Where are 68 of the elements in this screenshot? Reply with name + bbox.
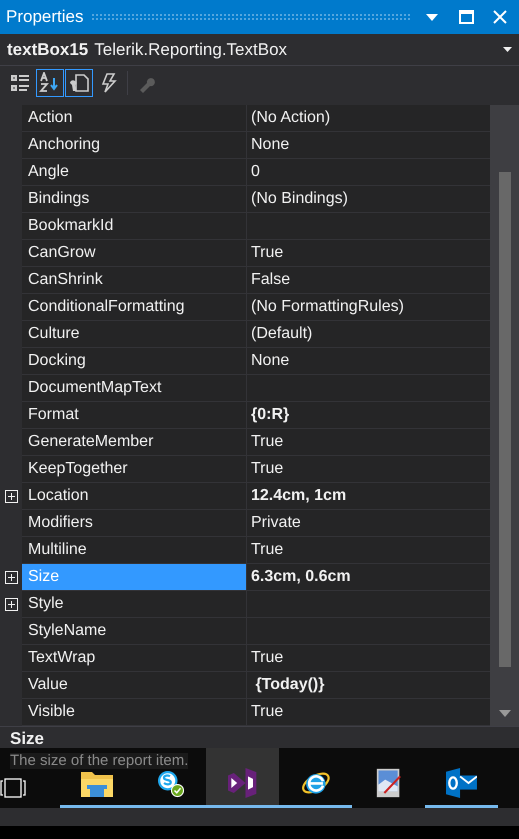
- property-value[interactable]: (Default): [247, 321, 490, 348]
- property-value[interactable]: True: [247, 645, 490, 672]
- property-name[interactable]: Docking: [22, 348, 247, 375]
- object-selector[interactable]: textBox15 Telerik.Reporting.TextBox: [0, 34, 519, 66]
- property-value[interactable]: (No Action): [247, 105, 490, 132]
- object-type: Telerik.Reporting.TextBox: [94, 38, 288, 61]
- expand-button[interactable]: [4, 571, 18, 584]
- property-name[interactable]: ConditionalFormatting: [22, 294, 247, 321]
- property-value[interactable]: False: [247, 267, 490, 294]
- property-name[interactable]: Modifiers: [22, 510, 247, 537]
- property-value[interactable]: 0: [247, 159, 490, 186]
- studio-button[interactable]: [206, 748, 279, 808]
- paint-icon: [376, 768, 401, 798]
- property-name[interactable]: Anchoring: [22, 132, 247, 159]
- property-value[interactable]: (No Bindings): [247, 186, 490, 213]
- object-name: textBox15: [7, 38, 88, 61]
- property-value[interactable]: None: [247, 348, 490, 375]
- property-name[interactable]: Multiline: [22, 537, 247, 564]
- property-name[interactable]: Style: [22, 591, 247, 618]
- description-text: The size of the report item.: [10, 752, 188, 770]
- property-value[interactable]: True: [247, 456, 490, 483]
- property-name[interactable]: GenerateMember: [22, 429, 247, 456]
- property-name[interactable]: KeepTogether: [22, 456, 247, 483]
- task-view-icon: [0, 778, 26, 798]
- property-name[interactable]: BookmarkId: [22, 213, 247, 240]
- property-value[interactable]: True: [247, 699, 490, 726]
- mail-icon: [446, 768, 478, 798]
- caret-icon: [426, 14, 438, 20]
- maximize-icon: [458, 10, 474, 24]
- window-title: Properties: [6, 6, 84, 28]
- property-name[interactable]: Bindings: [22, 186, 247, 213]
- plus-icon: [4, 490, 18, 503]
- property-name[interactable]: Value: [22, 672, 247, 699]
- property-value[interactable]: True: [247, 537, 490, 564]
- property-value[interactable]: 12.4cm, 1cm: [247, 483, 490, 510]
- studio-icon: [228, 768, 257, 798]
- property-value[interactable]: Private: [247, 510, 490, 537]
- property-value[interactable]: (No FormattingRules): [247, 294, 490, 321]
- caret-icon: [503, 47, 512, 52]
- property-value[interactable]: {0:R}: [247, 402, 490, 429]
- properties-button[interactable]: [65, 69, 93, 97]
- plus-icon: [4, 571, 18, 584]
- expand-button[interactable]: [4, 598, 18, 611]
- property-name[interactable]: TextWrap: [22, 645, 247, 672]
- property-name[interactable]: Location: [22, 483, 247, 510]
- property-name[interactable]: CanShrink: [22, 267, 247, 294]
- property-name[interactable]: Action: [22, 105, 247, 132]
- property-name[interactable]: Visible: [22, 699, 247, 726]
- scrollbar-thumb[interactable]: [498, 172, 510, 667]
- description-title: Size: [10, 730, 46, 749]
- property-name[interactable]: Angle: [22, 159, 247, 186]
- property-name[interactable]: Culture: [22, 321, 247, 348]
- close-icon: [493, 10, 507, 24]
- scroll-down-icon[interactable]: [498, 710, 510, 717]
- plus-icon: [4, 598, 18, 611]
- property-value[interactable]: True: [247, 240, 490, 267]
- property-value[interactable]: {Today()}: [247, 672, 490, 699]
- property-value[interactable]: None: [247, 132, 490, 159]
- property-value[interactable]: 6.3cm, 0.6cm: [247, 564, 490, 591]
- property-name[interactable]: DocumentMapText: [22, 375, 247, 402]
- property-name[interactable]: CanGrow: [22, 240, 247, 267]
- property-value[interactable]: True: [247, 429, 490, 456]
- list-icon: [10, 72, 32, 94]
- expand-button[interactable]: [4, 490, 18, 503]
- property-name[interactable]: Format: [22, 402, 247, 429]
- property-name[interactable]: StyleName: [22, 618, 247, 645]
- page-icon: [68, 72, 90, 94]
- alphabetical-button[interactable]: [36, 69, 64, 97]
